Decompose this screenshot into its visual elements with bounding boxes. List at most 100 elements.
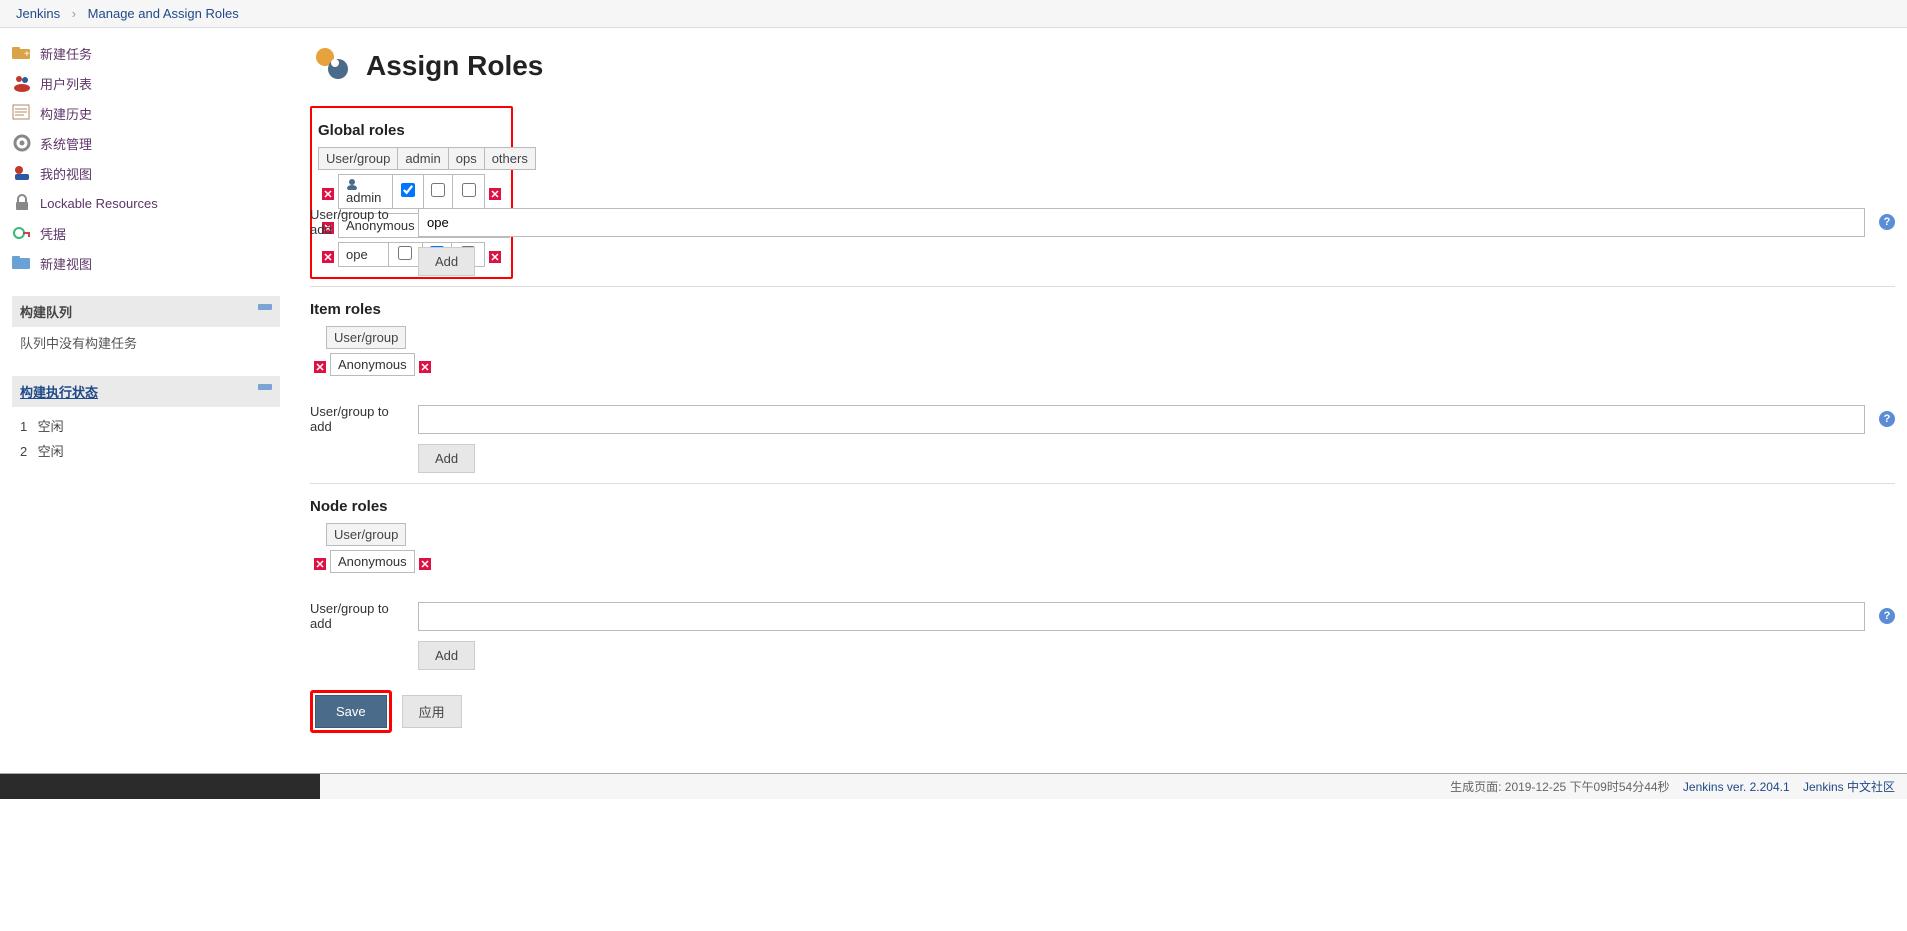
node-roles-header-wrap: User/group	[310, 523, 1895, 550]
breadcrumb-separator: ›	[72, 6, 76, 21]
table-header-row: User/group admin ops others	[319, 148, 536, 170]
item-add-input[interactable]	[418, 405, 1865, 434]
item-add-label: User/group to add	[310, 404, 410, 434]
footer: 生成页面: 2019-12-25 下午09时54分44秒 Jenkins ver…	[0, 773, 1907, 799]
item-add-button-row: Add	[310, 444, 1895, 473]
apply-button[interactable]: 应用	[402, 695, 462, 728]
global-roles-table-wrap: User/group admin ops others	[318, 147, 505, 174]
myview-icon	[12, 163, 32, 183]
svg-text:+: +	[24, 49, 30, 60]
item-roles-row-table: Anonymous	[330, 353, 415, 376]
assign-roles-icon	[310, 43, 352, 88]
newview-icon	[12, 253, 32, 273]
executor-status: 空闲	[38, 444, 64, 459]
delete-row-icon[interactable]	[322, 188, 334, 200]
breadcrumb-home[interactable]: Jenkins	[16, 6, 60, 21]
sidebar-item-new-view[interactable]: 新建视图	[12, 248, 280, 278]
sidebar-item-build-history[interactable]: 构建历史	[12, 98, 280, 128]
sidebar-item-label: 新建任务	[40, 44, 92, 63]
sidebar-item-credentials[interactable]: 凭据	[12, 218, 280, 248]
usergroup-name: admin	[346, 190, 381, 205]
item-roles-section: Item roles User/group Anonymous	[310, 301, 1895, 380]
sidebar-item-people[interactable]: 用户列表	[12, 68, 280, 98]
node-roles-row-table: Anonymous	[330, 550, 415, 573]
item-add-row: User/group to add ?	[310, 404, 1895, 434]
item-roles-header-wrap: User/group	[310, 326, 1895, 353]
breadcrumb: Jenkins › Manage and Assign Roles	[0, 0, 1907, 28]
sidebar-item-label: 我的视图	[40, 164, 92, 183]
usergroup-cell: admin	[339, 175, 393, 209]
collapse-icon[interactable]	[258, 304, 272, 310]
build-queue-header: 构建队列	[12, 296, 280, 327]
build-queue-pane: 构建队列 队列中没有构建任务	[12, 296, 280, 358]
breadcrumb-page[interactable]: Manage and Assign Roles	[88, 6, 239, 21]
gear-icon	[12, 133, 32, 153]
global-roles-row: ope	[318, 242, 505, 271]
build-queue-title: 构建队列	[20, 305, 72, 320]
usergroup-cell: Anonymous	[331, 354, 415, 376]
user-icon	[346, 178, 385, 190]
sidebar-item-lockable-resources[interactable]: Lockable Resources	[12, 188, 280, 218]
sidebar-item-new-job[interactable]: + 新建任务	[12, 38, 280, 68]
node-add-input[interactable]	[418, 602, 1865, 631]
global-add-button[interactable]: Add	[418, 247, 475, 276]
delete-row-icon[interactable]	[489, 251, 501, 263]
delete-row-icon[interactable]	[419, 558, 431, 570]
global-roles-highlight: Global roles User/group admin ops others	[310, 106, 513, 279]
footer-community-link[interactable]: Jenkins 中文社区	[1803, 780, 1895, 794]
divider	[310, 286, 1895, 287]
col-admin: admin	[398, 148, 448, 170]
checkbox-admin-admin[interactable]	[401, 183, 415, 197]
delete-row-icon[interactable]	[322, 251, 334, 263]
history-icon	[12, 103, 32, 123]
global-add-input[interactable]	[418, 208, 1865, 237]
credentials-icon	[12, 223, 32, 243]
footer-version-link[interactable]: Jenkins ver. 2.204.1	[1683, 780, 1790, 794]
node-roles-title: Node roles	[310, 498, 1895, 515]
node-add-row: User/group to add ?	[310, 601, 1895, 631]
sidebar-item-label: 用户列表	[40, 74, 92, 93]
page-title: Assign Roles	[366, 50, 543, 82]
help-icon[interactable]: ?	[1879, 411, 1895, 427]
sidebar-item-label: 凭据	[40, 224, 66, 243]
col-usergroup: User/group	[319, 148, 398, 170]
new-job-icon: +	[12, 43, 32, 63]
checkbox-admin-ops[interactable]	[431, 183, 445, 197]
item-add-button[interactable]: Add	[418, 444, 475, 473]
executor-row: 2 空闲	[20, 438, 272, 463]
footer-dark-area	[0, 774, 320, 799]
lock-icon	[12, 193, 32, 213]
usergroup-cell: Anonymous	[331, 551, 415, 573]
executor-row: 1 空闲	[20, 413, 272, 438]
help-icon[interactable]: ?	[1879, 608, 1895, 624]
collapse-icon[interactable]	[258, 384, 272, 390]
executor-title-link[interactable]: 构建执行状态	[20, 385, 98, 400]
sidebar-item-label: Lockable Resources	[40, 196, 158, 211]
executor-body: 1 空闲 2 空闲	[12, 407, 280, 469]
main-panel: Assign Roles Global roles User/group adm…	[280, 28, 1907, 773]
delete-row-icon[interactable]	[314, 361, 326, 373]
delete-row-icon[interactable]	[314, 558, 326, 570]
save-highlight: Save	[310, 690, 392, 733]
global-roles-table: User/group admin ops others	[318, 147, 536, 170]
checkbox-admin-others[interactable]	[462, 183, 476, 197]
help-icon[interactable]: ?	[1879, 214, 1895, 230]
col-others: others	[484, 148, 535, 170]
submit-bar: Save 应用	[310, 690, 1895, 733]
sidebar-item-manage[interactable]: 系统管理	[12, 128, 280, 158]
item-roles-row: Anonymous	[310, 353, 1895, 380]
sidebar-item-label: 新建视图	[40, 254, 92, 273]
sidebar-item-label: 系统管理	[40, 134, 92, 153]
col-usergroup: User/group	[327, 524, 406, 546]
global-add-label: User/group to add	[310, 207, 410, 237]
item-roles-table: User/group	[326, 326, 406, 349]
sidebar-item-my-views[interactable]: 我的视图	[12, 158, 280, 188]
delete-row-icon[interactable]	[489, 188, 501, 200]
usergroup-cell: ope	[339, 243, 389, 267]
checkbox-ope-admin[interactable]	[398, 246, 412, 260]
node-roles-table: User/group	[326, 523, 406, 546]
save-button[interactable]: Save	[315, 695, 387, 728]
executor-num: 1	[20, 419, 34, 434]
node-add-button[interactable]: Add	[418, 641, 475, 670]
delete-row-icon[interactable]	[419, 361, 431, 373]
